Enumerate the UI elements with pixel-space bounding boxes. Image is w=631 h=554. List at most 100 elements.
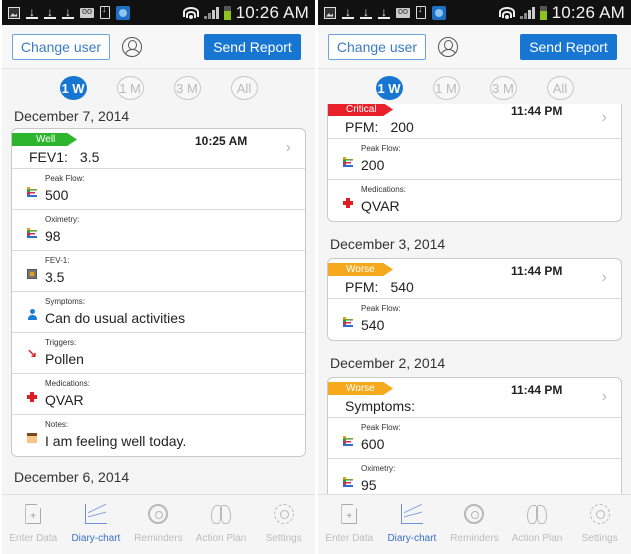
row-label: Oximetry: [45,215,80,224]
chart-icon [343,436,353,446]
entry-time: 11:44 PM [511,383,563,397]
diary-entry-card[interactable]: Critical 11:44 PM PFM: 200 › Peak Flow: 2… [327,104,622,222]
diary-entry-card[interactable]: Worse 11:44 PM Symptoms: › Peak Flow: 60… [327,377,622,494]
row-label: Peak Flow: [361,423,401,432]
user-profile-icon[interactable] [122,37,142,57]
device-download-icon [416,4,426,19]
tab-settings[interactable]: Settings [568,495,631,554]
diary-entry-card[interactable]: Worse 11:44 PM PFM: 540 › Peak Flow: 540 [327,258,622,341]
download-icon: ↓ [378,6,390,19]
tab-label: Diary-chart [71,533,121,544]
fev-icon [27,269,37,279]
tab-reminders[interactable]: Reminders [443,495,506,554]
download-icon: ↓ [44,6,56,19]
tab-action-plan[interactable]: Action Plan [190,495,253,554]
change-user-button[interactable]: Change user [12,34,110,60]
row-value: 95 [361,477,377,493]
row-value: QVAR [45,392,84,408]
phone-screen-left: ↓ ↓ ↓ 10:26 AM Change user Send Report 1… [2,0,315,554]
row-label: Peak Flow: [45,174,85,183]
status-badge: Worse [328,263,393,276]
date-header: December 3, 2014 [330,236,446,252]
range-selector: 1 W 1 M 3 M All [318,76,631,102]
summary-label: FEV1: [29,149,68,165]
row-label: Oximetry: [361,464,396,473]
entry-header[interactable]: Worse 11:44 PM PFM: 540 › [328,259,621,299]
range-1w[interactable]: 1 W [59,76,87,100]
tab-diary-chart[interactable]: Diary-chart [65,495,128,554]
tab-reminders[interactable]: Reminders [127,495,190,554]
status-badge: Worse [328,382,393,395]
user-profile-icon[interactable] [438,37,458,57]
tab-label: Enter Data [325,533,374,544]
send-report-button[interactable]: Send Report [520,34,617,60]
entry-row-fev1: FEV-1: 3.5 [12,251,305,292]
entry-row-triggers: ↘ Triggers: Pollen [12,333,305,374]
diary-list[interactable]: December 7, 2014 Well 10:25 AM FEV1: 3.5 … [2,104,315,494]
tab-enter-data[interactable]: Enter Data [318,495,381,554]
entry-time: 11:44 PM [511,104,563,118]
voicemail-icon [80,6,94,18]
tab-action-plan[interactable]: Action Plan [506,495,569,554]
medical-cross-icon [27,392,37,402]
range-1w[interactable]: 1 W [375,76,403,100]
chevron-right-icon[interactable]: › [286,139,291,157]
status-bar: ↓ ↓ ↓ 10:26 AM [318,0,631,25]
tab-enter-data[interactable]: Enter Data [2,495,65,554]
summary-label: PFM: [345,279,379,295]
range-all[interactable]: All [230,76,258,100]
entry-summary: PFM: 200 [345,119,414,135]
chevron-right-icon[interactable]: › [602,269,607,287]
range-1m[interactable]: 1 M [432,76,460,100]
device-download-icon [100,4,110,19]
status-bar: ↓ ↓ ↓ 10:26 AM [2,0,315,25]
row-label: Symptoms: [45,297,86,306]
lungs-icon [526,502,548,524]
row-label: Medications: [361,185,406,194]
gear-icon [273,504,294,524]
medical-cross-icon [343,198,353,208]
document-add-icon [341,504,358,524]
tab-settings[interactable]: Settings [252,495,315,554]
entry-header[interactable]: Well 10:25 AM FEV1: 3.5 › [12,129,305,169]
range-1m[interactable]: 1 M [116,76,144,100]
entry-summary: Symptoms: [345,398,427,414]
diary-entry-card[interactable]: Well 10:25 AM FEV1: 3.5 › Peak Flow: 500 … [11,128,306,457]
summary-value: 3.5 [79,149,100,165]
chart-icon [343,157,353,167]
tab-diary-chart[interactable]: Diary-chart [381,495,444,554]
row-value: 98 [45,228,61,244]
tab-label: Diary-chart [387,533,437,544]
entry-row-oximetry: Oximetry: 95 [328,459,621,494]
entry-row-peak-flow: Peak Flow: 200 [328,139,621,180]
range-all[interactable]: All [546,76,574,100]
document-add-icon [25,504,42,524]
send-report-button[interactable]: Send Report [204,34,301,60]
date-header: December 7, 2014 [14,108,130,124]
phone-screen-right: ↓ ↓ ↓ 10:26 AM Change user Send Report 1… [318,0,631,554]
download-icon: ↓ [342,6,354,19]
tab-label: Settings [265,533,302,544]
tab-label: Reminders [450,533,499,544]
change-user-button[interactable]: Change user [328,34,426,60]
summary-label: PFM: [345,119,379,135]
diary-list[interactable]: Critical 11:44 PM PFM: 200 › Peak Flow: 2… [318,104,631,494]
entry-header[interactable]: Worse 11:44 PM Symptoms: › [328,378,621,418]
entry-row-peak-flow: Peak Flow: 600 [328,418,621,459]
bottom-tab-bar: Enter Data Diary-chart Reminders Action … [318,494,631,554]
status-badge: Well [12,133,77,146]
row-value: 540 [361,317,385,333]
entry-summary: PFM: 540 [345,279,414,295]
person-icon [27,309,37,320]
entry-row-peak-flow: Peak Flow: 500 [12,169,305,210]
range-3m[interactable]: 3 M [173,76,201,100]
entry-row-medications: Medications: QVAR [328,180,621,221]
alarm-clock-icon [464,504,485,524]
entry-time: 10:25 AM [195,134,248,148]
entry-header[interactable]: Critical 11:44 PM PFM: 200 › [328,104,621,139]
range-3m[interactable]: 3 M [489,76,517,100]
row-label: FEV-1: [45,256,70,265]
chevron-right-icon[interactable]: › [602,109,607,127]
chevron-right-icon[interactable]: › [602,388,607,406]
summary-value: 200 [390,119,414,135]
